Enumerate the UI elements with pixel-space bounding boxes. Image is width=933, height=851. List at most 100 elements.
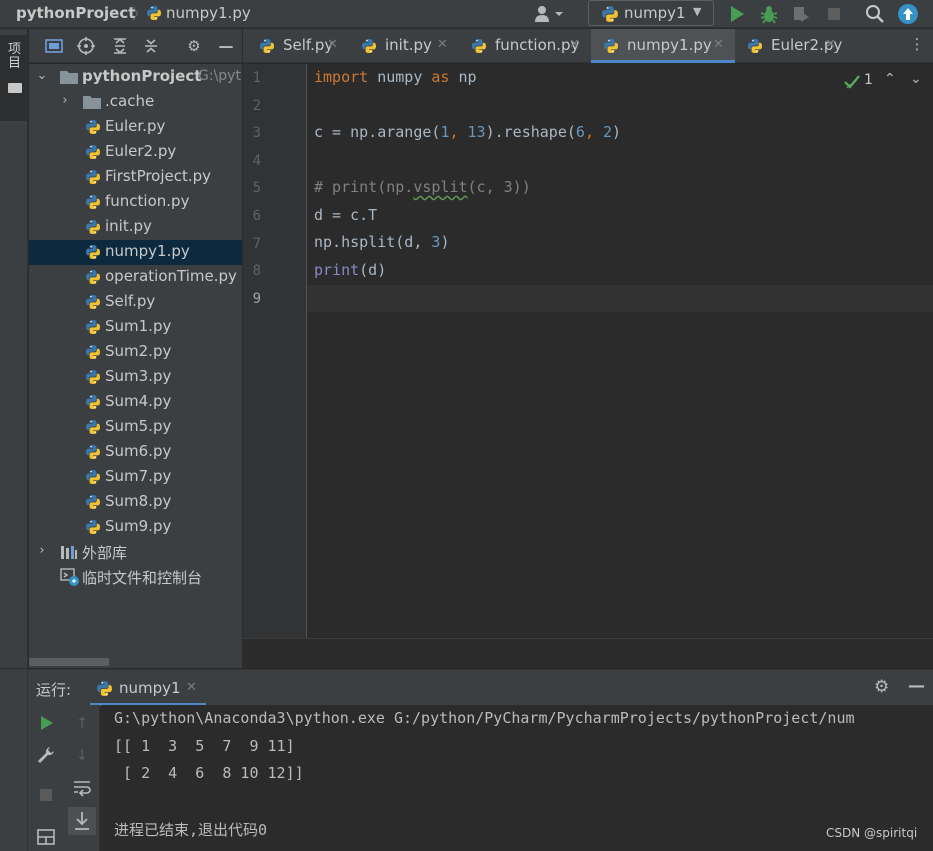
editor-tab[interactable]: numpy1.py ✕ xyxy=(591,29,735,63)
tree-external-libraries[interactable]: › 外部库 xyxy=(29,540,242,565)
line-number: 3 xyxy=(252,125,261,142)
tree-file[interactable]: FirstProject.py xyxy=(29,165,242,190)
python-file-icon xyxy=(361,38,377,54)
editor-tab[interactable]: function.py ✕ xyxy=(459,29,591,63)
python-file-icon xyxy=(85,419,101,435)
select-opened-file-icon[interactable] xyxy=(45,37,63,55)
editor-tab[interactable]: init.py ✕ xyxy=(349,29,459,63)
console-line: 进程已结束,退出代码0 xyxy=(114,821,268,839)
collapse-all-icon[interactable] xyxy=(142,37,160,55)
search-icon[interactable] xyxy=(864,3,886,25)
gear-icon[interactable]: ⚙ xyxy=(185,37,203,55)
project-root-label: pythonProject xyxy=(82,67,202,85)
tree-file[interactable]: Sum6.py xyxy=(29,440,242,465)
close-icon[interactable]: ✕ xyxy=(437,37,448,52)
tree-file[interactable]: Self.py xyxy=(29,290,242,315)
tree-file[interactable]: Euler.py xyxy=(29,115,242,140)
arrow-up-icon[interactable]: ↑ xyxy=(72,713,92,733)
close-icon[interactable]: ✕ xyxy=(327,37,338,52)
hide-icon[interactable]: — xyxy=(217,37,235,55)
tree-file[interactable]: Sum1.py xyxy=(29,315,242,340)
code-line-3: c = np.arange(1, 13).reshape(6, 2) xyxy=(314,123,622,141)
editor-tab[interactable]: Euler2.py ✕ xyxy=(735,29,847,63)
code-line-1: import numpy as np xyxy=(314,68,477,86)
tree-file[interactable]: operationTime.py xyxy=(29,265,242,290)
coverage-button[interactable] xyxy=(790,3,812,25)
rerun-icon[interactable] xyxy=(36,713,56,733)
tree-file[interactable]: Sum4.py xyxy=(29,390,242,415)
tree-file[interactable]: Sum7.py xyxy=(29,465,242,490)
tool-window-strip: 项目 xyxy=(0,29,28,668)
user-icon xyxy=(535,6,563,22)
tree-file[interactable]: Sum2.py xyxy=(29,340,242,365)
tree-file[interactable]: Sum5.py xyxy=(29,415,242,440)
tree-scratches[interactable]: 临时文件和控制台 xyxy=(29,565,242,590)
chevron-down-icon[interactable]: ⌄ xyxy=(35,68,49,83)
project-root-path: G:\pyt xyxy=(198,68,241,84)
editor-tab[interactable]: Self.py ✕ xyxy=(247,29,349,63)
expand-all-icon[interactable] xyxy=(111,37,129,55)
stop-button[interactable] xyxy=(823,3,845,25)
stop-icon[interactable] xyxy=(36,785,56,805)
wrench-icon[interactable] xyxy=(36,745,56,765)
close-icon[interactable]: ✕ xyxy=(825,37,836,52)
python-file-icon xyxy=(747,38,763,54)
tree-file[interactable]: Sum3.py xyxy=(29,365,242,390)
hide-icon[interactable]: — xyxy=(908,676,925,696)
run-actions-toolbar xyxy=(28,705,64,851)
chevron-right-icon[interactable]: › xyxy=(35,543,49,558)
tree-file[interactable]: Euler2.py xyxy=(29,140,242,165)
chevron-right-icon[interactable]: › xyxy=(58,93,72,108)
console-line: [[ 1 3 5 7 9 11] xyxy=(114,737,295,755)
python-file-icon xyxy=(85,394,101,410)
scroll-to-end-icon[interactable] xyxy=(68,807,96,835)
inspection-widget[interactable]: 1 ⌃ ⌄ xyxy=(842,71,932,91)
python-file-icon xyxy=(146,5,162,21)
tree-item-label: numpy1.py xyxy=(105,242,190,260)
python-file-icon xyxy=(85,519,101,535)
chevron-up-icon[interactable]: ⌃ xyxy=(884,71,896,87)
tree-item-label: .cache xyxy=(105,92,155,110)
python-file-icon xyxy=(85,194,101,210)
tree-root[interactable]: ⌄ pythonProject G:\pyt xyxy=(29,65,242,90)
soft-wrap-icon[interactable] xyxy=(72,777,92,797)
arrow-down-icon[interactable]: ↓ xyxy=(72,745,92,765)
close-icon[interactable]: ✕ xyxy=(713,37,724,52)
tree-item-label: Sum6.py xyxy=(105,442,172,460)
tree-item-label: 外部库 xyxy=(82,544,128,562)
tree-file[interactable]: Sum9.py xyxy=(29,515,242,540)
tree-file[interactable]: init.py xyxy=(29,215,242,240)
more-tabs-icon[interactable]: ⋮ xyxy=(907,35,927,53)
close-icon[interactable]: ✕ xyxy=(186,680,197,695)
library-icon xyxy=(61,546,77,559)
run-button[interactable] xyxy=(726,3,748,25)
user-account-button[interactable] xyxy=(532,3,566,25)
tree-file[interactable]: numpy1.py xyxy=(29,240,242,265)
tree-file[interactable]: Sum8.py xyxy=(29,490,242,515)
breadcrumb-project[interactable]: pythonProject xyxy=(16,4,135,22)
close-icon[interactable]: ✕ xyxy=(569,37,580,52)
line-number: 4 xyxy=(252,152,261,169)
run-console-output[interactable]: G:\python\Anaconda3\python.exe G:/python… xyxy=(101,705,933,851)
tree-file[interactable]: function.py xyxy=(29,190,242,215)
project-tab-label: 项目 xyxy=(8,42,22,71)
tree-item-label: Self.py xyxy=(105,292,156,310)
python-icon xyxy=(601,5,619,23)
python-icon xyxy=(96,680,113,697)
update-icon[interactable] xyxy=(897,3,919,25)
scrollbar-thumb[interactable] xyxy=(29,658,109,666)
code-editor[interactable]: import numpy as np c = np.arange(1, 13).… xyxy=(307,64,933,638)
project-tool-window-button[interactable]: 项目 xyxy=(0,35,28,121)
chevron-down-icon[interactable]: ⌄ xyxy=(910,71,922,87)
locate-icon[interactable] xyxy=(77,37,95,55)
tree-item-label: Sum9.py xyxy=(105,517,172,535)
breadcrumb-file[interactable]: numpy1.py xyxy=(166,4,251,22)
tree-item-label: Sum1.py xyxy=(105,317,172,335)
run-tab[interactable]: numpy1 ✕ xyxy=(90,670,210,706)
debug-button[interactable] xyxy=(758,3,780,25)
run-configuration-selector[interactable]: numpy1 ▼ xyxy=(588,0,714,26)
gear-icon[interactable]: ⚙ xyxy=(874,677,889,697)
project-horizontal-scrollbar[interactable] xyxy=(29,656,242,668)
layout-icon[interactable] xyxy=(36,827,56,847)
tree-folder[interactable]: › .cache xyxy=(29,90,242,115)
